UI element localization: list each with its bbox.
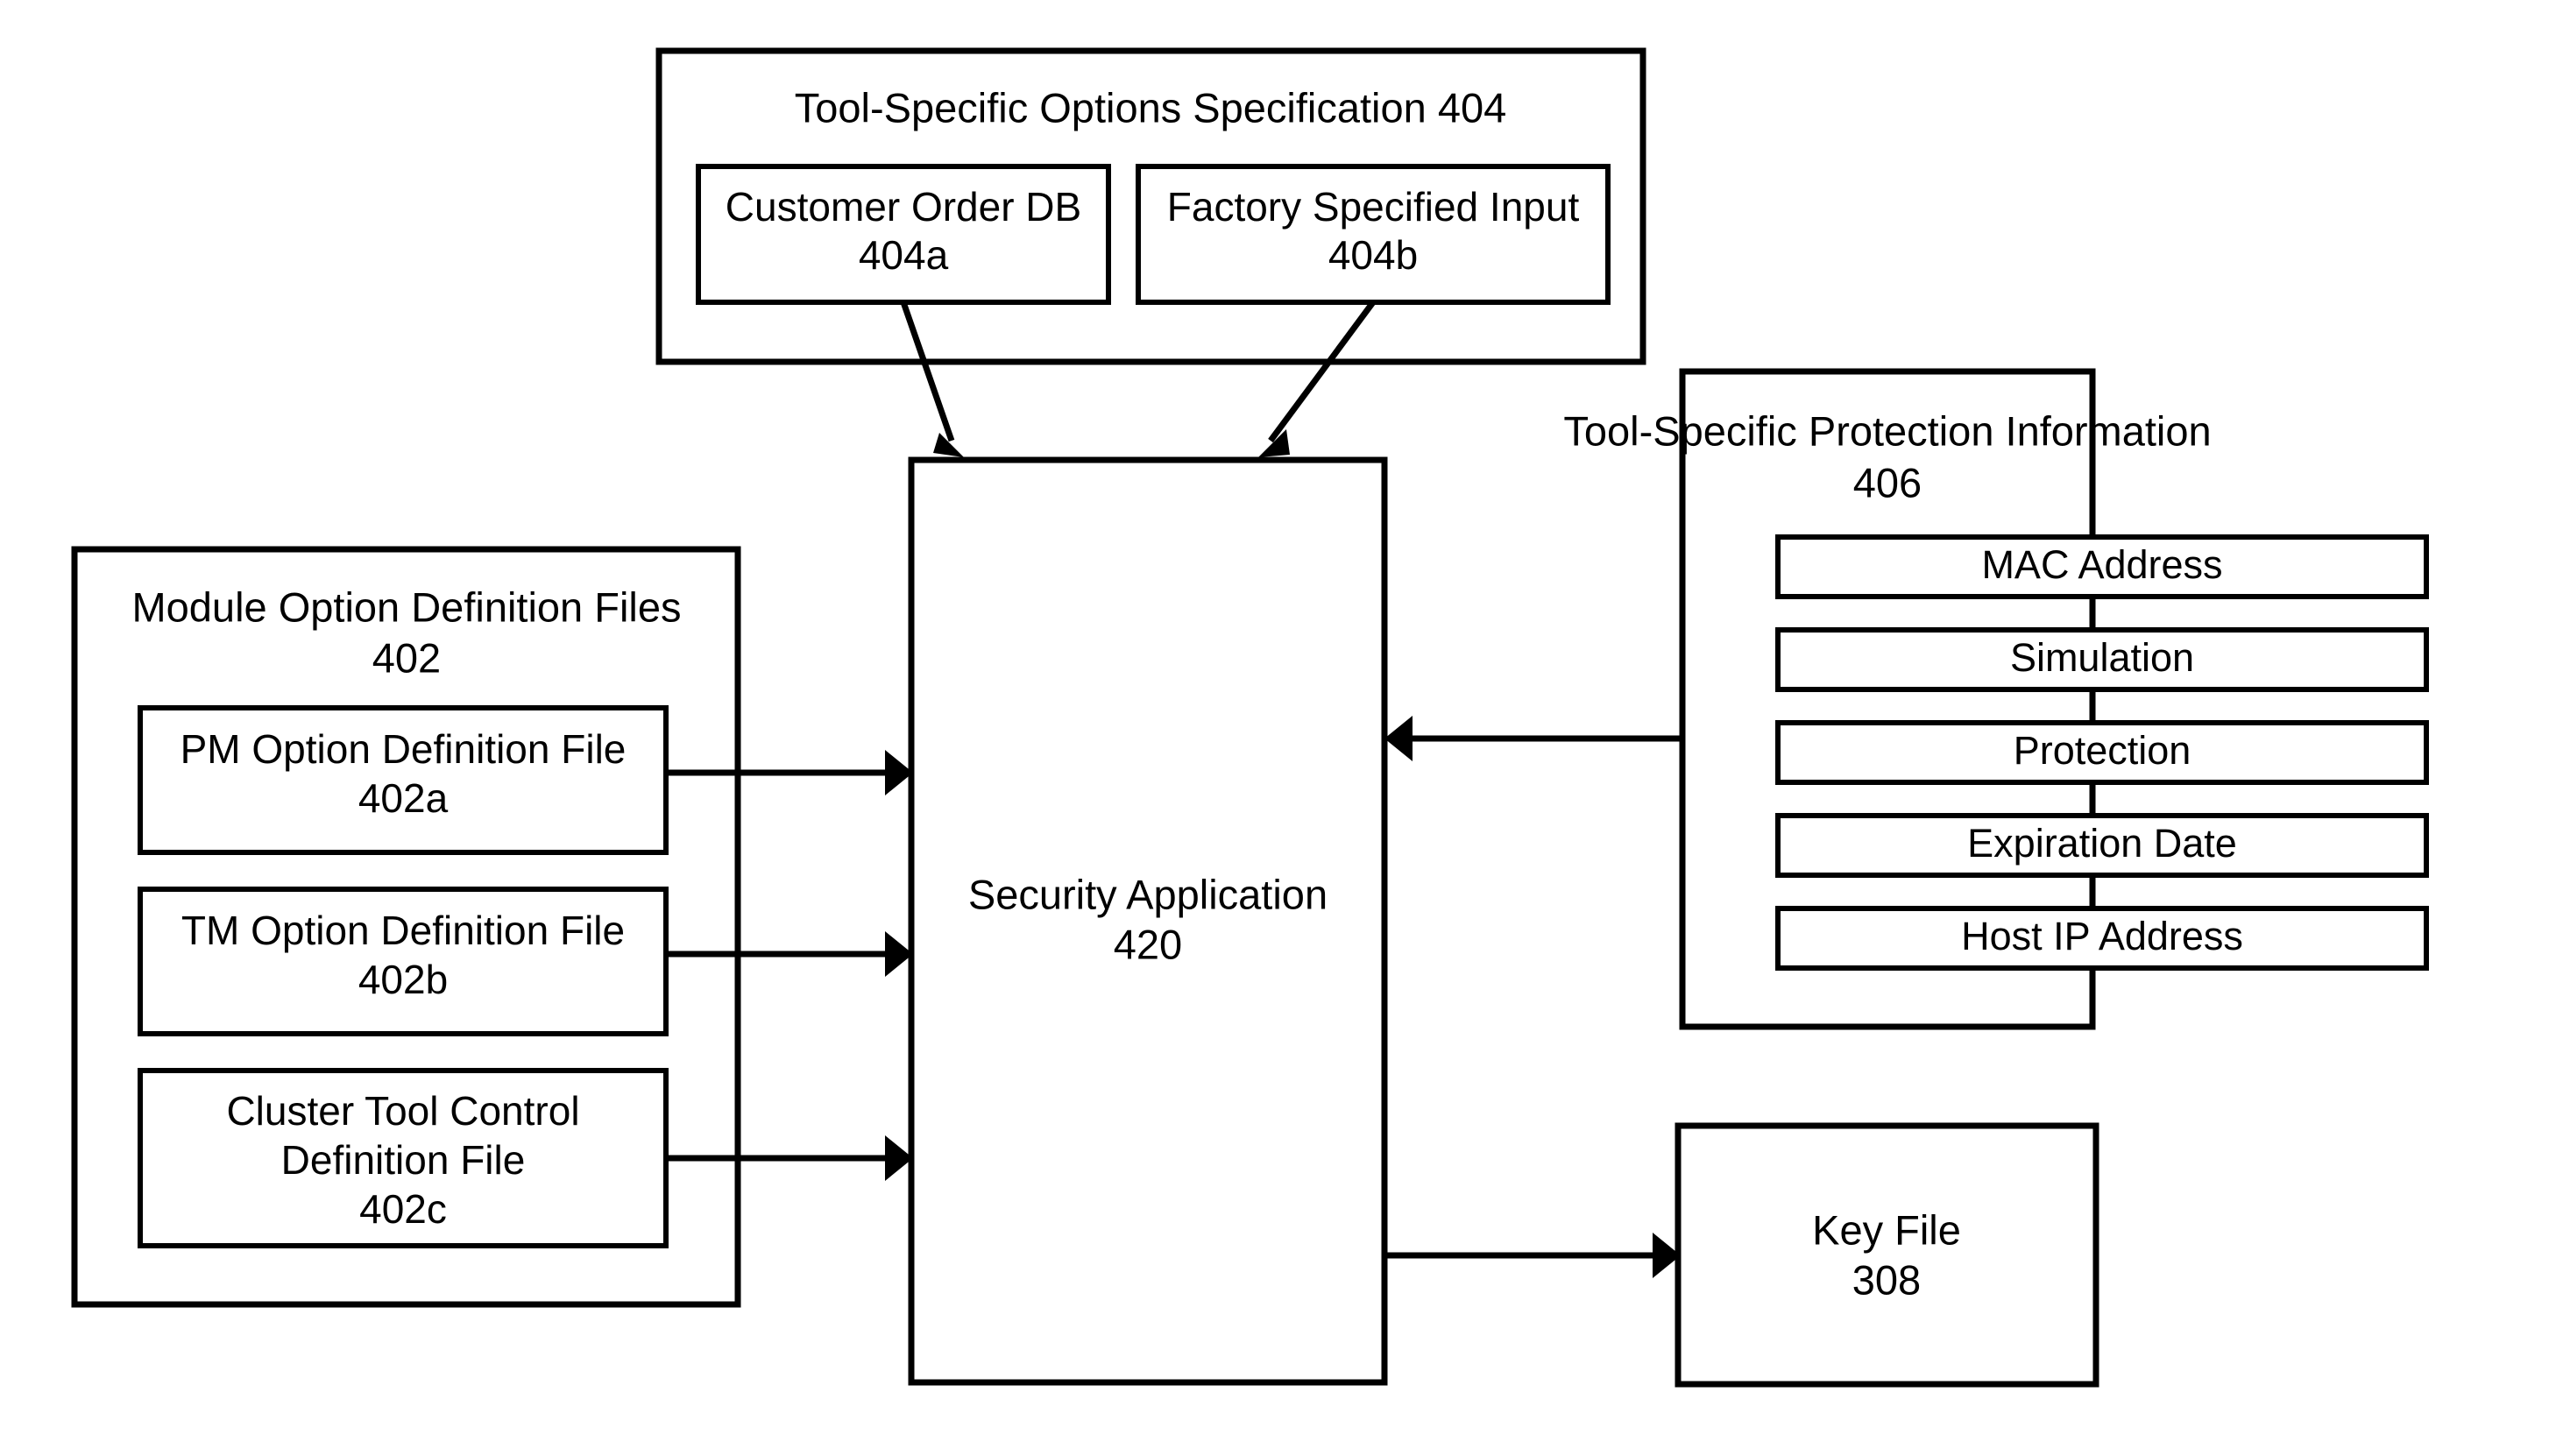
module-files-ref: 402	[372, 634, 441, 681]
module-files-group: Module Option Definition Files 402 PM Op…	[71, 546, 741, 1308]
module-files-title: Module Option Definition Files	[132, 583, 682, 630]
cluster-tool-control-line2: Definition File	[281, 1137, 526, 1183]
protection-item-simulation-label: Simulation	[2010, 635, 2194, 680]
key-file-ref: 308	[1852, 1256, 1921, 1303]
arrow-security-app-to-key-file	[1384, 1233, 1681, 1278]
tm-option-file-ref: 402b	[358, 957, 448, 1002]
tm-option-file-label: TM Option Definition File	[181, 908, 625, 953]
protection-item-expiration-date-label: Expiration Date	[1967, 821, 2237, 866]
protection-item-host-ip-address-label: Host IP Address	[1961, 914, 2243, 958]
customer-order-db-ref: 404a	[859, 232, 949, 278]
options-spec-group: Tool-Specific Options Specification 404 …	[655, 47, 1646, 365]
key-file-group: Key File 308	[1675, 1122, 2099, 1388]
key-file-label: Key File	[1812, 1206, 1961, 1253]
key-file-box	[1675, 1122, 2099, 1388]
factory-specified-input-ref: 404b	[1328, 232, 1418, 278]
protection-info-group: Tool-Specific Protection Information 406…	[1563, 368, 2429, 1030]
cluster-tool-control-ref: 402c	[359, 1186, 447, 1232]
pm-option-file-ref: 402a	[358, 775, 449, 821]
arrow-protection-info-to-security-app	[1384, 716, 1682, 761]
pm-option-file-label: PM Option Definition File	[181, 726, 627, 772]
factory-specified-input-label: Factory Specified Input	[1167, 184, 1580, 230]
protection-item-protection-label: Protection	[2014, 728, 2191, 773]
cluster-tool-control-line1: Cluster Tool Control	[226, 1088, 579, 1134]
arrowhead-protection-info	[1384, 716, 1413, 761]
diagram-canvas: Tool-Specific Options Specification 404 …	[71, 47, 2429, 1388]
patent-figure: Tool-Specific Options Specification 404 …	[0, 0, 2549, 1456]
customer-order-db-label: Customer Order DB	[726, 184, 1081, 230]
options-spec-title: Tool-Specific Options Specification 404	[795, 84, 1507, 131]
security-application-ref: 420	[1114, 921, 1182, 967]
security-application-group: Security Application 420	[908, 456, 1388, 1386]
protection-item-mac-address-label: MAC Address	[1981, 542, 2222, 587]
protection-info-title: Tool-Specific Protection Information	[1563, 407, 2211, 454]
security-application-label: Security Application	[968, 871, 1328, 917]
protection-info-ref: 406	[1853, 459, 1922, 505]
